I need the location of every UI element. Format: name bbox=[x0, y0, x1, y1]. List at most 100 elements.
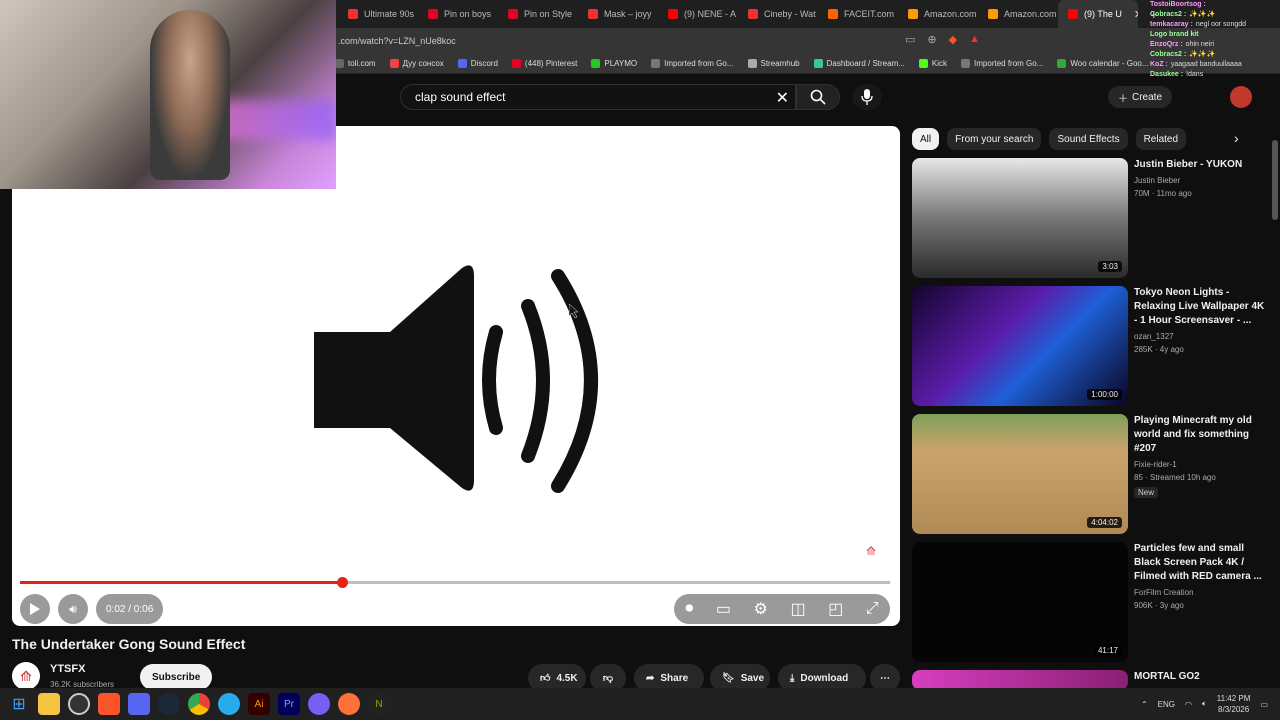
browser-tab[interactable]: Mask – joyy bbox=[578, 0, 658, 28]
chat-user: TostoiBoortsog : bbox=[1150, 1, 1206, 8]
browser-tab[interactable]: Ultimate 90s bbox=[338, 0, 418, 28]
windows-start-icon[interactable]: ⊞ bbox=[8, 693, 30, 715]
obs-icon[interactable] bbox=[68, 693, 90, 715]
clear-search-icon[interactable]: ✕ bbox=[776, 88, 789, 108]
recommendation-channel[interactable]: ForFilm Creation bbox=[1134, 588, 1266, 597]
subtitles-icon[interactable]: ▭ bbox=[716, 599, 731, 619]
bookmark-item[interactable]: PLAYMO bbox=[591, 59, 637, 68]
discord-icon[interactable] bbox=[128, 693, 150, 715]
search-query[interactable]: clap sound effect bbox=[415, 90, 506, 104]
browser-tab[interactable]: FACEIT.com bbox=[818, 0, 898, 28]
browser-tab[interactable]: (9) The U ✕ bbox=[1058, 0, 1138, 28]
bookmark-item[interactable]: Streamhub bbox=[747, 59, 800, 68]
tab-label: (9) The U bbox=[1084, 9, 1122, 19]
channel-avatar[interactable]: ⟰ bbox=[12, 662, 40, 690]
premiere-icon[interactable]: Pr bbox=[278, 693, 300, 715]
recommendation-thumbnail[interactable]: 41:17 bbox=[912, 542, 1128, 662]
channel-name[interactable]: YTSFX bbox=[50, 663, 85, 675]
settings-icon[interactable]: ⚙ bbox=[754, 599, 768, 619]
recommendation-info[interactable]: Playing Minecraft my old world and fix s… bbox=[1134, 414, 1266, 500]
warning-icon[interactable]: ▲ bbox=[969, 33, 980, 46]
bookmark-item[interactable]: Kick bbox=[918, 59, 948, 68]
firefox-icon[interactable] bbox=[338, 693, 360, 715]
play-button[interactable] bbox=[20, 594, 50, 624]
viber-icon[interactable] bbox=[308, 693, 330, 715]
recommendation-title[interactable]: Tokyo Neon Lights - Relaxing Live Wallpa… bbox=[1134, 286, 1266, 328]
browser-tab[interactable]: Cineby - Wat bbox=[738, 0, 818, 28]
zoom-icon[interactable]: ⊕ bbox=[927, 33, 936, 46]
wifi-icon[interactable]: ◠ bbox=[1185, 700, 1192, 709]
recommendation-meta: 285K · 4y ago bbox=[1134, 345, 1184, 354]
bookmark-item[interactable]: toli.com bbox=[335, 59, 376, 68]
brave-shield-icon[interactable]: ◆ bbox=[949, 33, 957, 46]
fullscreen-icon[interactable]: ⤢ bbox=[866, 600, 879, 618]
close-tab-icon[interactable]: ✕ bbox=[1134, 8, 1138, 21]
recommendation-title[interactable]: Playing Minecraft my old world and fix s… bbox=[1134, 414, 1266, 456]
cast-icon[interactable]: ◰ bbox=[828, 599, 843, 619]
chat-user: Cobracs2 : bbox=[1150, 11, 1187, 18]
telegram-icon[interactable] bbox=[218, 693, 240, 715]
voice-search-button[interactable] bbox=[852, 84, 882, 110]
subscribe-button[interactable]: Subscribe bbox=[140, 664, 213, 690]
recommendation-title[interactable]: Particles few and small Black Screen Pac… bbox=[1134, 542, 1266, 584]
progress-bar[interactable] bbox=[20, 577, 890, 588]
bookmark-label: Kick bbox=[931, 59, 948, 68]
bookmark-item[interactable]: (448) Pinterest bbox=[511, 59, 577, 68]
illustrator-icon[interactable]: Ai bbox=[248, 693, 270, 715]
file-explorer-icon[interactable] bbox=[38, 693, 60, 715]
subscribe-watermark-icon[interactable]: ⟰ bbox=[866, 544, 886, 560]
notifications-icon[interactable]: ▭ bbox=[1260, 700, 1268, 709]
bookmark-item[interactable]: Dashboard / Stream... bbox=[813, 59, 905, 68]
search-button[interactable] bbox=[796, 84, 840, 110]
recommendation-channel[interactable]: ozan_1327 bbox=[1134, 332, 1266, 341]
browser-tab[interactable]: Pin on Style bbox=[498, 0, 578, 28]
clock[interactable]: 11:42 PM 8/3/2026 bbox=[1217, 693, 1251, 715]
volume-button[interactable]: 🔊︎ bbox=[58, 594, 88, 624]
browser-tab[interactable]: (9) NENE - A bbox=[658, 0, 738, 28]
autoplay-toggle-icon[interactable]: ⏺ bbox=[685, 600, 693, 618]
brave-icon[interactable] bbox=[98, 693, 120, 715]
bookmark-item[interactable]: Imported from Go... bbox=[651, 59, 734, 68]
recommendation-info[interactable]: Tokyo Neon Lights - Relaxing Live Wallpa… bbox=[1134, 286, 1266, 354]
chat-user: Dasukee : bbox=[1150, 71, 1184, 78]
chrome-icon[interactable] bbox=[188, 693, 210, 715]
cursor-icon bbox=[569, 304, 579, 318]
speaker-tray-icon[interactable]: 🔈︎ bbox=[1202, 699, 1207, 709]
recommendation-thumbnail[interactable]: 4:04:02 bbox=[912, 414, 1128, 534]
chat-text: ✨✨✨ bbox=[1189, 11, 1216, 18]
bookmark-item[interactable]: Дуу сонсох bbox=[389, 59, 444, 68]
microphone-icon bbox=[861, 89, 873, 105]
bookmark-item[interactable]: Woo calendar - Goo... bbox=[1057, 59, 1149, 68]
miniplayer-icon[interactable]: ◫ bbox=[790, 599, 805, 619]
recommendation-thumbnail[interactable]: 1:00:00 bbox=[912, 286, 1128, 406]
windows-taskbar: ⊞ Ai Pr N ⌃ ENG ◠ 🔈︎ 11:42 PM 8/3/2026 ▭ bbox=[0, 688, 1280, 720]
filter-chip[interactable]: From your search bbox=[947, 128, 1042, 150]
recommendation-thumbnail[interactable]: 3:03 bbox=[912, 158, 1128, 278]
progress-scrubber[interactable] bbox=[337, 577, 348, 588]
search-input[interactable]: clap sound effect ✕ bbox=[400, 84, 796, 110]
browser-tab[interactable]: Pin on boys bbox=[418, 0, 498, 28]
recommendation-info[interactable]: MORTAL GO2 bbox=[1134, 670, 1266, 684]
nvidia-icon[interactable]: N bbox=[368, 693, 390, 715]
filter-chip[interactable]: All bbox=[912, 128, 940, 150]
bookmark-item[interactable]: Discord bbox=[457, 59, 498, 68]
browser-tab[interactable]: Amazon.com bbox=[898, 0, 978, 28]
recommendation-channel[interactable]: Fixie-rider-1 bbox=[1134, 460, 1266, 469]
recommendation-thumbnail[interactable] bbox=[912, 670, 1128, 690]
url-text[interactable]: .com/watch?v=LZN_nUe8koc bbox=[338, 36, 456, 46]
lang-indicator[interactable]: ENG bbox=[1158, 700, 1175, 709]
chat-message: EnzoQrz : ohin neiri bbox=[1150, 40, 1280, 50]
filter-chip[interactable]: Sound Effects bbox=[1049, 128, 1128, 150]
recommendation-title[interactable]: MORTAL GO2 bbox=[1134, 670, 1266, 684]
bookmark-item[interactable]: Imported from Go... bbox=[961, 59, 1043, 68]
recommendation-meta: 85 · Streamed 10h ago bbox=[1134, 473, 1216, 482]
bookmark-label: Imported from Go... bbox=[664, 59, 734, 68]
new-badge: New bbox=[1134, 487, 1159, 498]
steam-icon[interactable] bbox=[158, 693, 180, 715]
video-player[interactable]: ⟰ 🔊︎ 0:02 / 0:06 ⏺ ▭ ⚙ ◫ ◰ ⤢ bbox=[12, 126, 900, 626]
tray-expand-icon[interactable]: ⌃ bbox=[1141, 700, 1148, 709]
tab-label: Pin on boys bbox=[444, 9, 492, 19]
install-icon[interactable]: ▭ bbox=[905, 33, 915, 46]
recommendation-info[interactable]: Particles few and small Black Screen Pac… bbox=[1134, 542, 1266, 610]
browser-tab[interactable]: Amazon.com bbox=[978, 0, 1058, 28]
